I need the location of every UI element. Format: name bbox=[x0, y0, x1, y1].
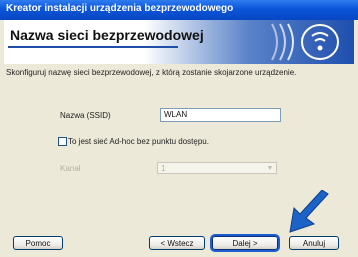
arrow-pointer-icon bbox=[289, 190, 329, 233]
adhoc-checkbox[interactable] bbox=[58, 137, 67, 146]
channel-select[interactable]: 1 ▼ bbox=[157, 162, 277, 174]
ssid-label: Nazwa (SSID) bbox=[60, 111, 111, 120]
title-bar: Kreator instalacji urządzenia bezprzewod… bbox=[0, 0, 358, 20]
wizard-window: Kreator instalacji urządzenia bezprzewod… bbox=[0, 0, 358, 257]
channel-label: Kanał bbox=[60, 164, 81, 173]
wizard-header: Nazwa sieci bezprzewodowej bbox=[4, 20, 354, 64]
help-button[interactable]: Pomoc bbox=[13, 236, 63, 250]
ssid-input[interactable]: WLAN bbox=[160, 108, 281, 122]
wifi-signal-icon bbox=[271, 23, 339, 61]
channel-value: 1 bbox=[161, 164, 166, 173]
adhoc-label[interactable]: To jest sieć Ad-hoc bez punktu dostępu. bbox=[68, 137, 209, 146]
page-title: Nazwa sieci bezprzewodowej bbox=[10, 27, 204, 43]
instruction-text: Skonfiguruj nazwę sieci bezprzewodowej, … bbox=[6, 68, 297, 77]
header-underline bbox=[8, 46, 178, 48]
next-button[interactable]: Dalej > bbox=[212, 236, 278, 250]
back-button[interactable]: < Wstecz bbox=[149, 236, 205, 250]
chevron-down-icon: ▼ bbox=[266, 165, 274, 172]
window-title: Kreator instalacji urządzenia bezprzewod… bbox=[6, 3, 234, 14]
cancel-button[interactable]: Anuluj bbox=[289, 236, 339, 250]
